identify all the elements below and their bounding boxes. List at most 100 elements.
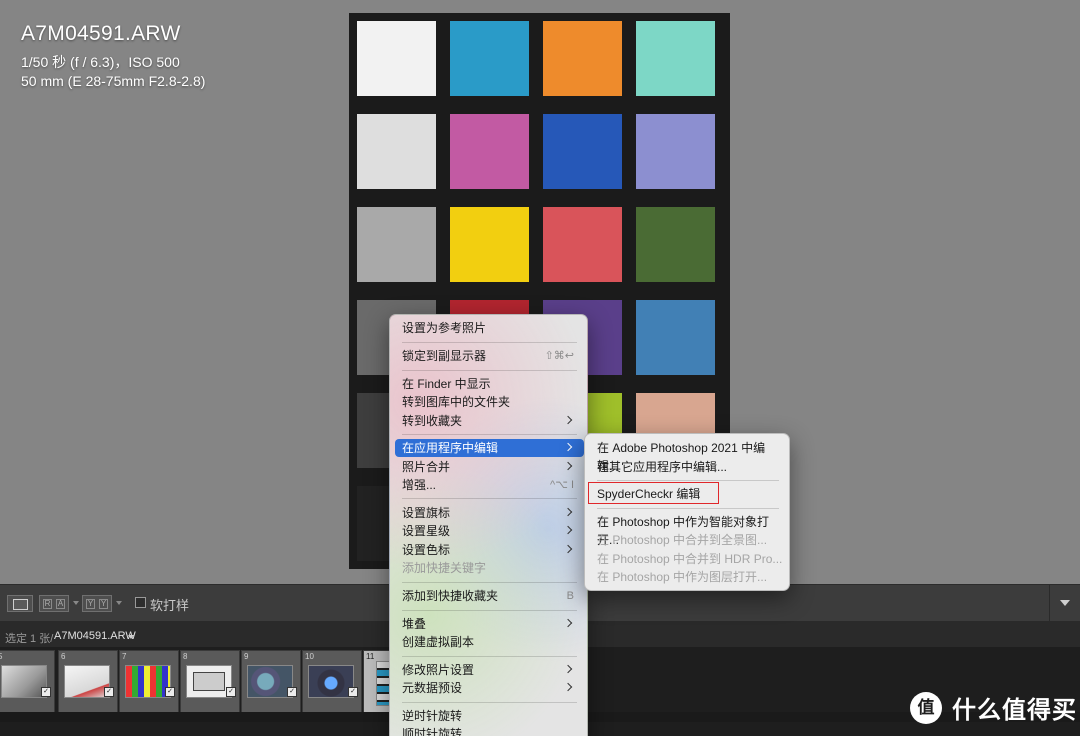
toolbar-options-chevron-down-icon[interactable] bbox=[1060, 600, 1070, 606]
edit-badge-icon: ✓ bbox=[287, 687, 297, 697]
menu-separator bbox=[402, 610, 577, 611]
photo-info-overlay: A7M04591.ARW 1/50 秒 (f / 6.3)，ISO 500 50… bbox=[21, 22, 205, 91]
photo-filename: A7M04591.ARW bbox=[21, 22, 181, 45]
submenu-item-merge-to-hdr: 在 Photoshop 中合并到 HDR Pro... bbox=[597, 552, 783, 566]
menu-item-metadata-presets[interactable]: 元数据预设 bbox=[395, 679, 584, 697]
survey-icon-right: Y bbox=[99, 599, 108, 609]
color-patch bbox=[636, 207, 715, 282]
context-menu: 设置为参考照片 锁定到副显示器 ⇧⌘↩ 在 Finder 中显示 转到图库中的文件… bbox=[389, 314, 588, 736]
cell-number: 10 bbox=[305, 652, 314, 661]
menu-separator bbox=[402, 370, 577, 371]
color-patch bbox=[357, 114, 436, 189]
edit-badge-icon: ✓ bbox=[104, 687, 114, 697]
color-patch bbox=[450, 21, 529, 96]
photo-exposure: 1/50 秒 (f / 6.3)，ISO 500 bbox=[21, 54, 180, 70]
color-patch bbox=[357, 207, 436, 282]
survey-dropdown-icon[interactable] bbox=[116, 601, 122, 605]
submenu-item-edit-in-other-app[interactable]: 在其它应用程序中编辑... bbox=[590, 458, 786, 476]
submenu-arrow-icon bbox=[563, 507, 573, 517]
submenu-item-open-as-layers: 在 Photoshop 中作为图层打开... bbox=[597, 570, 768, 584]
edit-in-submenu: 在 Adobe Photoshop 2021 中编辑... 在其它应用程序中编辑… bbox=[584, 433, 790, 591]
submenu-arrow-icon bbox=[563, 618, 573, 628]
color-patch bbox=[543, 207, 622, 282]
compare-icon-right: A bbox=[56, 599, 65, 609]
selection-count: 选定 1 张/ bbox=[5, 633, 54, 645]
menu-item-set-color-label[interactable]: 设置色标 bbox=[395, 541, 584, 559]
submenu-item-edit-in-photoshop[interactable]: 在 Adobe Photoshop 2021 中编辑... bbox=[590, 439, 786, 473]
photo-lens: 50 mm (E 28-75mm F2.8-2.8) bbox=[21, 73, 206, 89]
softproof-checkbox[interactable] bbox=[135, 597, 146, 608]
menu-separator bbox=[402, 702, 577, 703]
softproof-label: 软打样 bbox=[150, 598, 190, 613]
edit-badge-icon: ✓ bbox=[165, 687, 175, 697]
survey-view-button[interactable]: Y Y bbox=[82, 595, 112, 612]
survey-icon-left: Y bbox=[86, 599, 95, 609]
submenu-item-open-as-smart-object[interactable]: 在 Photoshop 中作为智能对象打开... bbox=[590, 513, 786, 547]
filmstrip-cell[interactable]: 10 ✓ bbox=[302, 650, 362, 714]
watermark-text: 什么值得买 bbox=[952, 697, 1077, 724]
filmstrip-cell[interactable]: 5 ✓ bbox=[0, 650, 55, 714]
cell-number: 8 bbox=[183, 652, 188, 661]
color-patch bbox=[450, 207, 529, 282]
color-patch bbox=[543, 21, 622, 96]
submenu-arrow-icon bbox=[563, 544, 573, 554]
menu-item-photo-merge[interactable]: 照片合并 bbox=[395, 458, 584, 476]
menu-separator bbox=[597, 480, 779, 481]
menu-item-add-to-quick-collection[interactable]: 添加到快捷收藏夹 B bbox=[395, 587, 584, 605]
loupe-view-button[interactable] bbox=[7, 595, 33, 612]
edit-badge-icon: ✓ bbox=[41, 687, 51, 697]
color-patch bbox=[357, 21, 436, 96]
cell-number: 11 bbox=[366, 652, 375, 661]
cell-number: 7 bbox=[122, 652, 127, 661]
submenu-arrow-icon bbox=[563, 442, 573, 452]
edit-badge-icon: ✓ bbox=[226, 687, 236, 697]
menu-separator bbox=[597, 508, 779, 509]
menu-item-rotate-right[interactable]: 顺时针旋转 bbox=[395, 725, 584, 736]
submenu-arrow-icon bbox=[563, 461, 573, 471]
compare-view-button[interactable]: R A bbox=[39, 595, 69, 612]
menu-separator bbox=[402, 342, 577, 343]
menu-separator bbox=[402, 582, 577, 583]
menu-item-set-reference-photo[interactable]: 设置为参考照片 bbox=[395, 319, 584, 337]
menu-item-stacking[interactable]: 堆叠 bbox=[395, 615, 584, 633]
submenu-arrow-icon bbox=[563, 664, 573, 674]
menu-item-go-to-library-folder[interactable]: 转到图库中的文件夹 bbox=[395, 393, 584, 411]
color-patch bbox=[636, 300, 715, 375]
edit-badge-icon: ✓ bbox=[348, 687, 358, 697]
menu-item-set-rating[interactable]: 设置星级 bbox=[395, 522, 584, 540]
submenu-arrow-icon bbox=[563, 682, 573, 692]
compare-dropdown-icon[interactable] bbox=[73, 601, 79, 605]
menu-item-rotate-left[interactable]: 逆时针旋转 bbox=[395, 707, 584, 725]
menu-item-edit-in-application[interactable]: 在应用程序中编辑 bbox=[395, 439, 584, 457]
menu-item-set-flag[interactable]: 设置旗标 bbox=[395, 504, 584, 522]
menu-item-lock-to-second-display[interactable]: 锁定到副显示器 ⇧⌘↩ bbox=[395, 347, 584, 365]
menu-item-go-to-collection[interactable]: 转到收藏夹 bbox=[395, 412, 584, 430]
menu-item-enhance[interactable]: 增强... ^⌥ I bbox=[395, 476, 584, 494]
menu-item-create-virtual-copy[interactable]: 创建虚拟副本 bbox=[395, 633, 584, 651]
cell-number: 6 bbox=[61, 652, 66, 661]
menu-item-develop-settings[interactable]: 修改照片设置 bbox=[395, 661, 584, 679]
thumbnail bbox=[376, 661, 390, 706]
filmstrip-cell[interactable]: 7 ✓ bbox=[119, 650, 179, 714]
cell-number: 5 bbox=[0, 652, 3, 661]
filmstrip-cell[interactable]: 6 ✓ bbox=[58, 650, 118, 714]
submenu-arrow-icon bbox=[563, 525, 573, 535]
watermark-logo-icon: 值 bbox=[910, 691, 942, 724]
selected-filename[interactable]: A7M04591.ARW bbox=[54, 630, 136, 642]
menu-separator bbox=[402, 498, 577, 499]
color-patch bbox=[450, 114, 529, 189]
cell-number: 9 bbox=[244, 652, 249, 661]
color-patch bbox=[636, 114, 715, 189]
compare-icon-left: R bbox=[43, 599, 52, 609]
menu-separator bbox=[402, 434, 577, 435]
submenu-arrow-icon bbox=[563, 415, 573, 425]
toolbar-divider bbox=[1049, 585, 1050, 622]
filmstrip-cell[interactable]: 8 ✓ bbox=[180, 650, 240, 714]
color-patch bbox=[543, 114, 622, 189]
menu-item-show-in-finder[interactable]: 在 Finder 中显示 bbox=[395, 375, 584, 393]
watermark: 值 什么值得买 bbox=[910, 690, 1077, 725]
filmstrip-cell[interactable]: 9 ✓ bbox=[241, 650, 301, 714]
filename-dropdown-icon[interactable] bbox=[128, 635, 134, 639]
menu-item-add-shortcut-keyword: 添加快捷关键字 bbox=[402, 561, 487, 575]
menu-separator bbox=[402, 656, 577, 657]
